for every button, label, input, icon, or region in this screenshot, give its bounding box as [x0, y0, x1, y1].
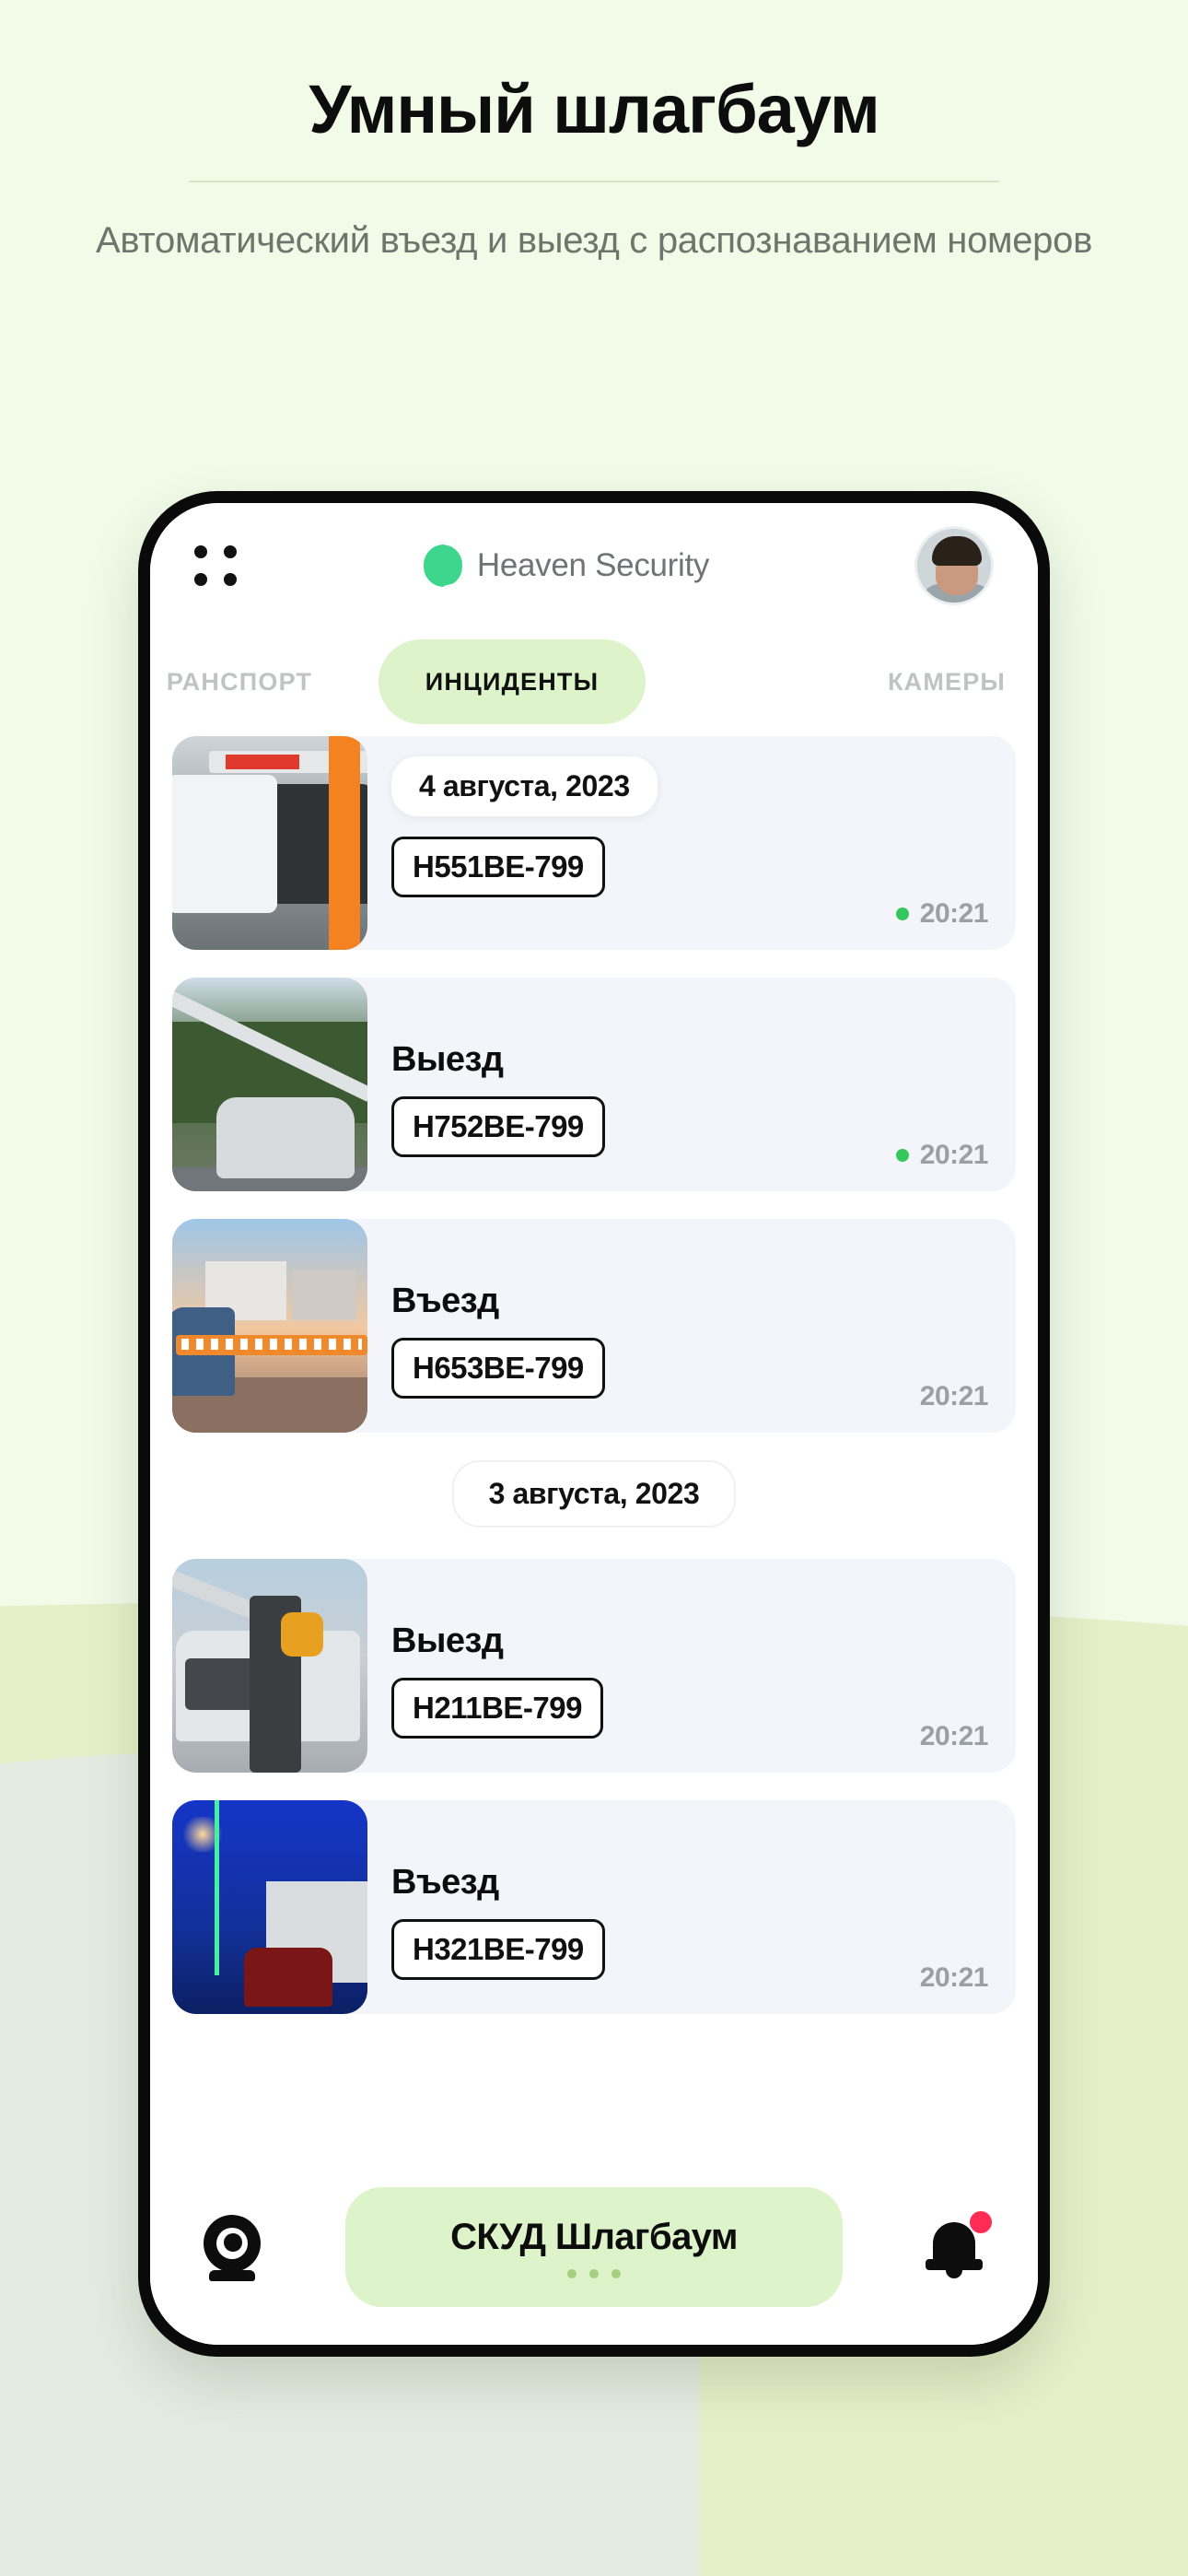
pager-dot [589, 2268, 599, 2278]
bell-icon[interactable] [922, 2211, 992, 2281]
incident-time: 20:21 [919, 1140, 989, 1170]
scene-post [329, 736, 360, 950]
incident-time: 20:21 [919, 1721, 989, 1751]
incident-body: Въезд Н653ВЕ-799 20:21 [367, 1219, 1016, 1433]
incident-title: Въезд [391, 1282, 499, 1320]
incident-time-row: 20:21 [895, 1140, 989, 1171]
pager-dot [611, 2268, 621, 2278]
incident-time-row: 20:21 [895, 898, 989, 930]
grid-dot [194, 544, 207, 558]
plate-number: Н653ВЕ-799 [391, 1338, 605, 1399]
tab-incidents[interactable]: ИНЦИДЕНТЫ [379, 639, 646, 724]
incident-body: Въезд Н321ВЕ-799 20:21 [367, 1800, 1016, 2014]
incident-card[interactable]: Въезд Н653ВЕ-799 20:21 [172, 1219, 1016, 1433]
bell-clapper [946, 2268, 962, 2278]
incident-time-row: 20:21 [919, 1381, 989, 1412]
webcam-icon[interactable] [198, 2213, 266, 2281]
grid-dot [224, 572, 237, 586]
grid-dot [224, 544, 237, 558]
incident-time: 20:21 [919, 1962, 989, 1993]
incident-card[interactable]: Выезд Н752ВЕ-799 20:21 [172, 978, 1016, 1191]
live-dot-icon [895, 1149, 909, 1162]
title-divider [189, 181, 999, 182]
tab-cameras[interactable]: КАМЕРЫ [841, 668, 1038, 697]
plate-number: Н321ВЕ-799 [391, 1919, 605, 1980]
brand: Heaven Security [423, 544, 710, 587]
skud-barrier-button[interactable]: СКУД Шлагбаум [345, 2187, 843, 2307]
incident-title: Выезд [391, 1622, 504, 1660]
incident-card[interactable]: 4 августа, 2023 Н551ВЕ-799 20:21 [172, 736, 1016, 950]
page-title: Умный шлагбаум [309, 71, 879, 147]
date-chip: 4 августа, 2023 [391, 756, 658, 816]
incident-thumbnail[interactable] [172, 978, 367, 1191]
incident-body: 4 августа, 2023 Н551ВЕ-799 20:21 [367, 736, 1016, 950]
webcam-pupil [224, 2233, 242, 2252]
plate-number: Н551ВЕ-799 [391, 837, 605, 897]
scene-barrier-stripe [226, 755, 299, 769]
scene-van [172, 775, 277, 913]
scene-car [244, 1948, 332, 2007]
skud-label: СКУД Шлагбаум [450, 2216, 738, 2257]
incident-time-row: 20:21 [919, 1962, 989, 1994]
logo-wedge-shape [441, 544, 462, 587]
tab-transport[interactable]: РАНСПОРТ [150, 668, 355, 697]
incident-thumbnail[interactable] [172, 736, 367, 950]
notification-badge [970, 2211, 992, 2233]
hero-section: Умный шлагбаум Автоматический въезд и вы… [0, 76, 1188, 265]
incident-thumbnail[interactable] [172, 1219, 367, 1433]
phone-screen: Heaven Security РАНСПОРТ ИНЦИДЕНТЫ КАМЕР… [150, 503, 1038, 2345]
scene-car [216, 1097, 355, 1178]
tab-bar: РАНСПОРТ ИНЦИДЕНТЫ КАМЕРЫ [150, 627, 1038, 736]
incident-list[interactable]: 4 августа, 2023 Н551ВЕ-799 20:21 Выезд Н… [150, 736, 1038, 2345]
heaven-logo-icon [423, 544, 462, 587]
incident-thumbnail[interactable] [172, 1800, 367, 2014]
bottom-bar: СКУД Шлагбаум [150, 2173, 1038, 2345]
pager-dot [567, 2268, 577, 2278]
app-header: Heaven Security [150, 503, 1038, 627]
scene-house [292, 1270, 356, 1320]
grid-dots-icon[interactable] [194, 544, 237, 586]
incident-time: 20:21 [919, 1381, 989, 1411]
scene-knob [281, 1612, 323, 1657]
date-separator-chip: 3 августа, 2023 [451, 1460, 737, 1528]
plate-number: Н211ВЕ-799 [391, 1678, 603, 1739]
avatar[interactable] [914, 525, 994, 605]
scene-grille [185, 1658, 255, 1710]
live-dot-icon [895, 907, 909, 920]
incident-body: Выезд Н752ВЕ-799 20:21 [367, 978, 1016, 1191]
incident-title: Въезд [391, 1863, 499, 1902]
logo-half-shape [423, 544, 444, 587]
incident-time: 20:21 [919, 898, 989, 929]
page-subtitle: Автоматический въезд и выезд с распознав… [95, 220, 1093, 261]
pager-dots [567, 2268, 621, 2278]
brand-name: Heaven Security [476, 546, 710, 583]
incident-body: Выезд Н211ВЕ-799 20:21 [367, 1559, 1016, 1773]
grid-dot [194, 572, 207, 586]
incident-time-row: 20:21 [919, 1721, 989, 1752]
incident-thumbnail[interactable] [172, 1559, 367, 1773]
date-separator: 3 августа, 2023 [172, 1460, 1016, 1528]
plate-number: Н752ВЕ-799 [391, 1096, 605, 1157]
webcam-stand [209, 2270, 255, 2281]
scene-neon [215, 1800, 219, 1975]
scene-barrier-lamps [181, 1339, 362, 1350]
avatar-hair [931, 535, 982, 566]
phone-mockup: Heaven Security РАНСПОРТ ИНЦИДЕНТЫ КАМЕР… [138, 491, 1050, 2357]
incident-card[interactable]: Выезд Н211ВЕ-799 20:21 [172, 1559, 1016, 1773]
incident-card[interactable]: Въезд Н321ВЕ-799 20:21 [172, 1800, 1016, 2014]
incident-title: Выезд [391, 1040, 504, 1079]
